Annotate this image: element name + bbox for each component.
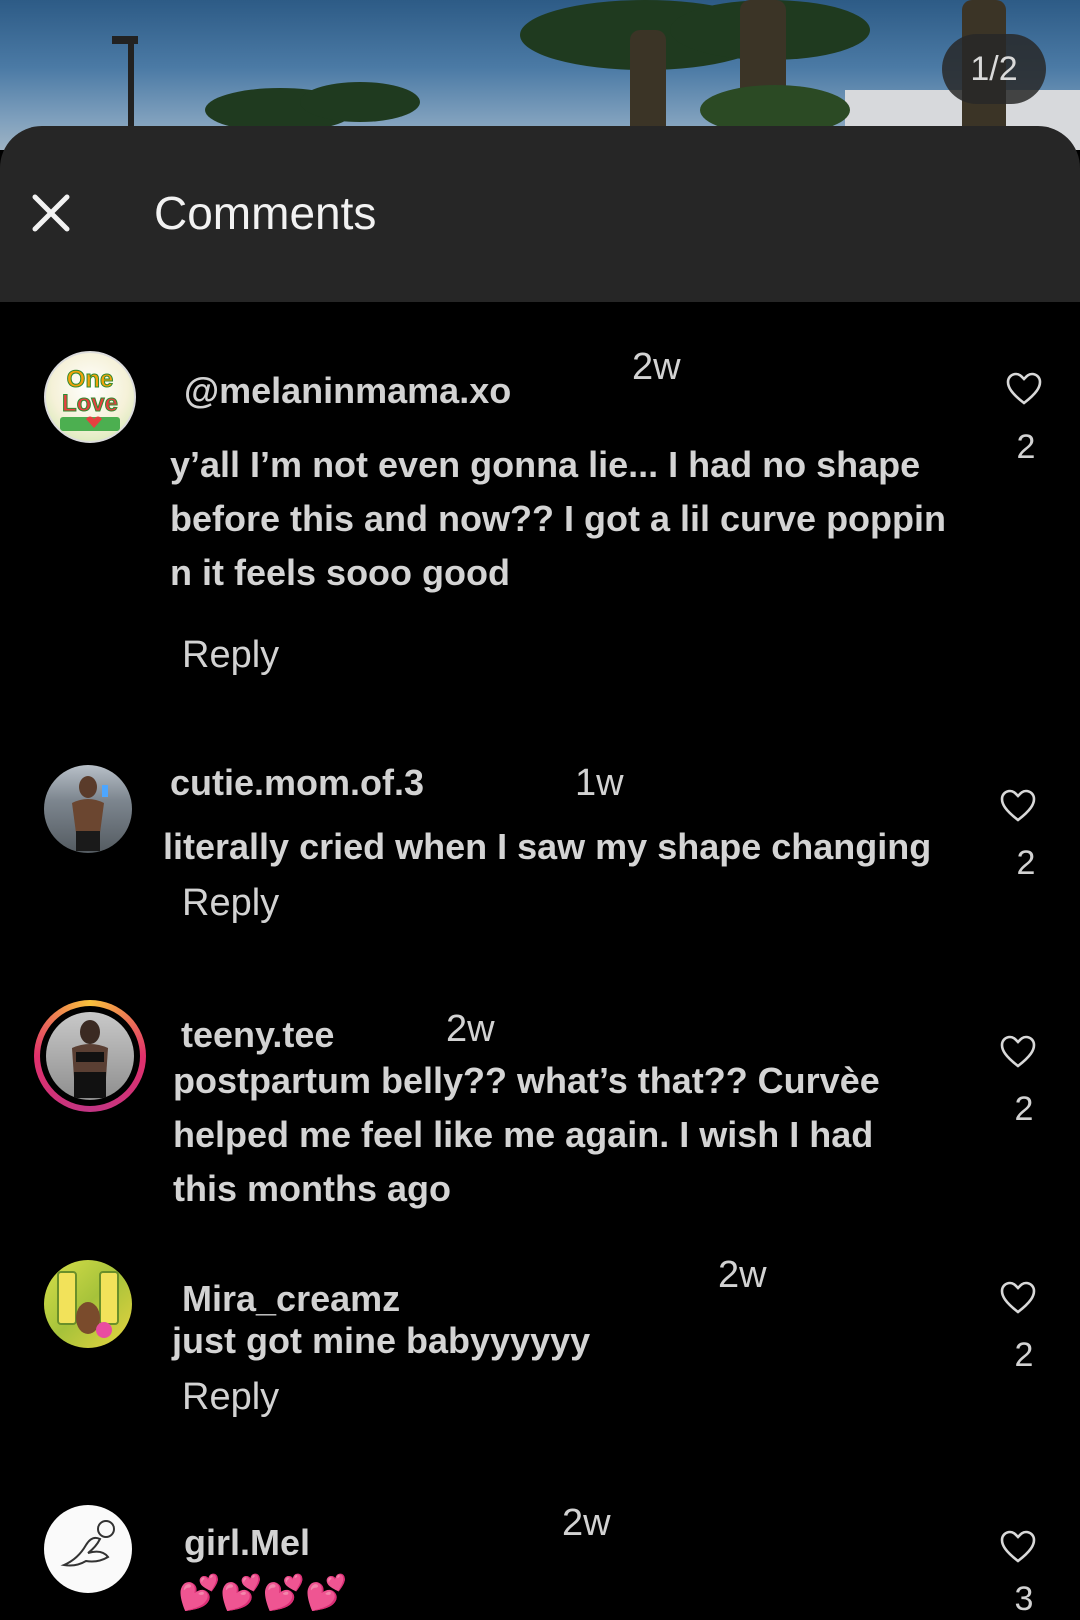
avatar[interactable] xyxy=(44,765,132,853)
comment-text-line: postpartum belly?? what’s that?? Curvèe xyxy=(173,1060,880,1101)
comment-text-line: literally cried when I saw my shape chan… xyxy=(163,826,932,867)
comment-username[interactable]: teeny.tee xyxy=(181,1014,334,1056)
avatar[interactable] xyxy=(44,1260,132,1348)
comment-username[interactable]: cutie.mom.of.3 xyxy=(170,762,424,804)
like-count: 2 xyxy=(1014,1336,1034,1374)
avatar-product-image xyxy=(57,1271,119,1338)
like-count: 2 xyxy=(1016,428,1036,466)
comment-time: 2w xyxy=(562,1502,611,1544)
avatar[interactable]: One Love xyxy=(44,351,136,443)
close-icon xyxy=(32,194,70,232)
heart-icon[interactable] xyxy=(1000,1281,1036,1315)
palm-frond xyxy=(300,82,420,122)
comment-username[interactable]: @melaninmama.xo xyxy=(184,370,511,412)
comment-text-line: helped me feel like me again. I wish I h… xyxy=(173,1114,874,1155)
close-button[interactable] xyxy=(28,190,74,236)
heart-icon[interactable] xyxy=(1006,372,1042,406)
comment-time: 2w xyxy=(632,346,681,388)
avatar-logo: One Love xyxy=(60,366,120,431)
comment-text-line: this months ago xyxy=(173,1168,451,1209)
svg-text:One: One xyxy=(67,366,114,393)
image-counter: 1/2 xyxy=(942,34,1046,104)
like-count: 2 xyxy=(1016,844,1036,882)
comment-username[interactable]: girl.Mel xyxy=(184,1522,310,1564)
comment-text-line: before this and now?? I got a lil curve … xyxy=(170,498,947,539)
avatar-photo xyxy=(72,776,108,851)
comment-time: 2w xyxy=(446,1008,495,1050)
comment-text-line: n it feels sooo good xyxy=(170,552,510,593)
avatar[interactable] xyxy=(46,1012,134,1100)
avatar[interactable] xyxy=(44,1505,132,1593)
lamp-head xyxy=(112,36,138,44)
reply-button[interactable]: Reply xyxy=(182,634,279,677)
svg-text:Love: Love xyxy=(62,390,118,417)
avatar-photo xyxy=(72,1020,108,1098)
comment-time: 1w xyxy=(575,762,624,804)
comment-text-line: just got mine babyyyyyy xyxy=(172,1320,591,1361)
comment-time: 2w xyxy=(718,1254,767,1296)
like-count: 2 xyxy=(1014,1090,1034,1128)
reply-button[interactable]: Reply xyxy=(182,882,279,925)
comment-text-line: 💕💕💕💕 xyxy=(178,1574,348,1612)
avatar-sketch xyxy=(60,1520,115,1567)
comment-text-line: y’all I’m not even gonna lie... I had no… xyxy=(170,444,921,485)
heart-icon[interactable] xyxy=(1000,789,1036,823)
sheet-title: Comments xyxy=(154,187,377,239)
heart-icon[interactable] xyxy=(1000,1035,1036,1069)
reply-button[interactable]: Reply xyxy=(182,1376,279,1419)
heart-icon[interactable] xyxy=(1000,1530,1036,1564)
